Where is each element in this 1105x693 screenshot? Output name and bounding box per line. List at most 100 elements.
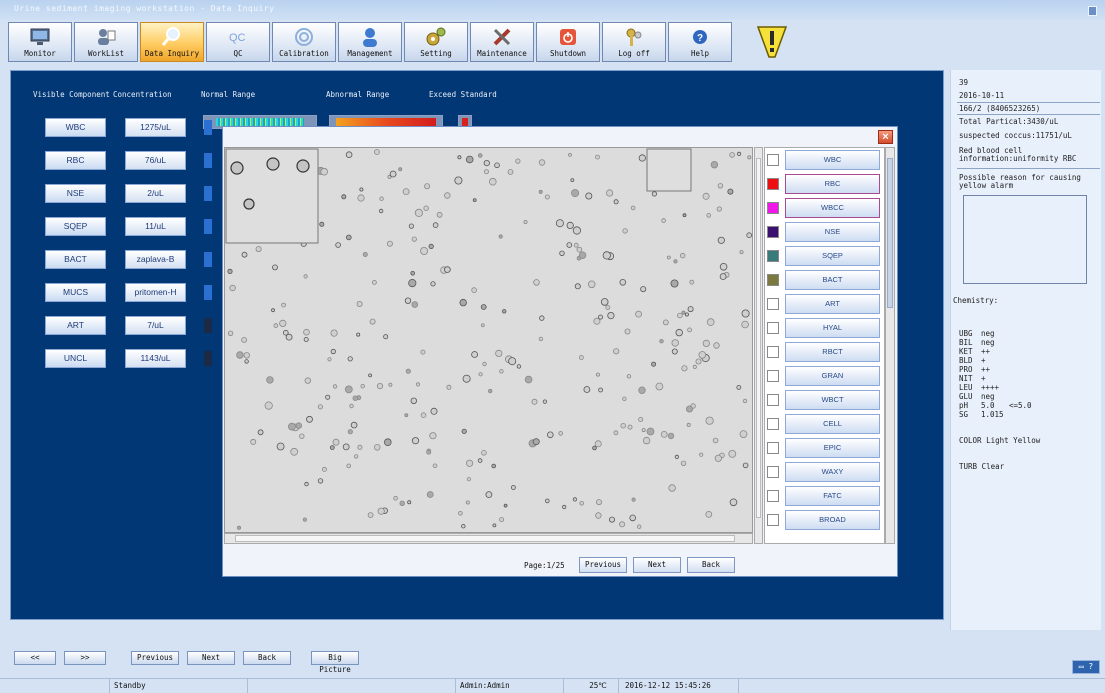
- category-rbc-button[interactable]: RBC: [785, 174, 880, 194]
- toolbar-maintenance-button[interactable]: Maintenance: [470, 22, 534, 62]
- component-sqep-button[interactable]: SQEP: [45, 217, 106, 236]
- dialog-previous-button[interactable]: Previous: [579, 557, 627, 573]
- first-page-button[interactable]: <<: [14, 651, 56, 665]
- category-cell-button[interactable]: CELL: [785, 414, 880, 434]
- category-color-swatch[interactable]: [767, 418, 779, 430]
- category-color-swatch[interactable]: [767, 154, 779, 166]
- cell-particle: [330, 329, 338, 337]
- toolbar-management-button[interactable]: Management: [338, 22, 402, 62]
- cell-particle: [555, 219, 564, 228]
- toolbar-data-inquiry-button[interactable]: Data Inquiry: [140, 22, 204, 62]
- toolbar-qc-button[interactable]: QC QC: [206, 22, 270, 62]
- category-color-swatch[interactable]: [767, 514, 779, 526]
- chemistry-row: LEU ++++: [959, 383, 1009, 392]
- category-sqep-button[interactable]: SQEP: [785, 246, 880, 266]
- category-color-swatch[interactable]: [767, 346, 779, 358]
- component-wbc-button[interactable]: WBC: [45, 118, 106, 137]
- category-color-swatch[interactable]: [767, 442, 779, 454]
- category-color-swatch[interactable]: [767, 394, 779, 406]
- component-nse-button[interactable]: NSE: [45, 184, 106, 203]
- previous-button[interactable]: Previous: [131, 651, 179, 665]
- category-color-swatch[interactable]: [767, 370, 779, 382]
- dialog-back-button[interactable]: Back: [687, 557, 735, 573]
- category-bact-button[interactable]: BACT: [785, 270, 880, 290]
- image-horizontal-scrollbar[interactable]: [224, 533, 753, 544]
- category-row: HYAL: [765, 317, 884, 341]
- category-waxy-button[interactable]: WAXY: [785, 462, 880, 482]
- category-color-swatch[interactable]: [767, 202, 779, 214]
- category-art-button[interactable]: ART: [785, 294, 880, 314]
- cell-particle: [465, 500, 470, 505]
- category-epic-button[interactable]: EPIC: [785, 438, 880, 458]
- scrollbar-thumb[interactable]: [756, 158, 761, 518]
- chemistry-row: BIL neg: [959, 338, 1009, 347]
- category-nse-button[interactable]: NSE: [785, 222, 880, 242]
- toolbar-logoff-button[interactable]: Log off: [602, 22, 666, 62]
- window-control-button[interactable]: [1088, 6, 1097, 16]
- toolbar-worklist-button[interactable]: WorkList: [74, 22, 138, 62]
- category-rbct-button[interactable]: RBCT: [785, 342, 880, 362]
- cell-particle: [685, 405, 693, 413]
- cell-particle: [272, 264, 278, 271]
- category-color-swatch[interactable]: [767, 250, 779, 262]
- toolbar-calibration-button[interactable]: Calibration: [272, 22, 336, 62]
- category-color-swatch[interactable]: [767, 466, 779, 478]
- component-mucs-button[interactable]: MUCS: [45, 283, 106, 302]
- category-broad-button[interactable]: BROAD: [785, 510, 880, 530]
- cell-particle: [426, 491, 434, 498]
- category-wbcc-button[interactable]: WBCC: [785, 198, 880, 218]
- toolbar-setting-button[interactable]: Setting: [404, 22, 468, 62]
- category-gran-button[interactable]: GRAN: [785, 366, 880, 386]
- range-indicator: [204, 252, 212, 267]
- cell-particle: [330, 348, 336, 355]
- component-rbc-button[interactable]: RBC: [45, 151, 106, 170]
- category-color-swatch[interactable]: [767, 226, 779, 238]
- category-scrollbar[interactable]: [885, 147, 895, 544]
- dialog-next-button[interactable]: Next: [633, 557, 681, 573]
- cell-particle: [695, 358, 702, 365]
- category-color-swatch[interactable]: [767, 490, 779, 502]
- scrollbar-thumb[interactable]: [235, 535, 735, 542]
- cell-particle: [414, 208, 423, 218]
- cell-particle: [571, 189, 580, 198]
- image-vertical-scrollbar[interactable]: [754, 147, 763, 544]
- toolbar-help-button[interactable]: ? Help: [668, 22, 732, 62]
- toolbar-monitor-button[interactable]: Monitor: [8, 22, 72, 62]
- cell-particle: [673, 259, 678, 264]
- last-page-button[interactable]: >>: [64, 651, 106, 665]
- big-picture-button[interactable]: Big Picture: [311, 651, 359, 674]
- component-bact-button[interactable]: BACT: [45, 250, 106, 269]
- category-color-swatch[interactable]: [767, 274, 779, 286]
- cell-particle: [538, 189, 543, 194]
- component-uncl-button[interactable]: UNCL: [45, 349, 106, 368]
- component-art-button[interactable]: ART: [45, 316, 106, 335]
- cell-particle: [608, 516, 615, 523]
- category-color-swatch[interactable]: [767, 322, 779, 334]
- qc-icon: QC: [227, 26, 249, 48]
- category-color-swatch[interactable]: [767, 178, 779, 190]
- category-wbc-button[interactable]: WBC: [785, 150, 880, 170]
- sample-info-panel: 39 2016-10-11 166/2 (8406523265) Total P…: [950, 70, 1101, 630]
- cell-particle: [327, 357, 332, 362]
- category-hyal-button[interactable]: HYAL: [785, 318, 880, 338]
- category-row: CELL: [765, 413, 884, 437]
- cell-particle: [432, 222, 439, 228]
- cell-particle: [411, 236, 417, 242]
- toolbar-shutdown-button[interactable]: Shutdown: [536, 22, 600, 62]
- yellow-alarm-icon[interactable]: [755, 23, 789, 59]
- back-button[interactable]: Back: [243, 651, 291, 665]
- cell-particle: [304, 481, 309, 487]
- close-button[interactable]: ×: [878, 130, 893, 144]
- color-result: COLOR Light Yellow: [959, 436, 1041, 445]
- category-fatc-button[interactable]: FATC: [785, 486, 880, 506]
- cell-particle: [542, 399, 547, 404]
- cell-particle: [516, 364, 522, 369]
- category-wbct-button[interactable]: WBCT: [785, 390, 880, 410]
- microscope-image[interactable]: [224, 147, 753, 533]
- help-mini-button[interactable]: ▭ ?: [1072, 660, 1100, 674]
- cell-particle: [376, 383, 384, 390]
- cell-particle: [345, 151, 353, 158]
- category-color-swatch[interactable]: [767, 298, 779, 310]
- scrollbar-thumb[interactable]: [887, 158, 893, 308]
- next-button[interactable]: Next: [187, 651, 235, 665]
